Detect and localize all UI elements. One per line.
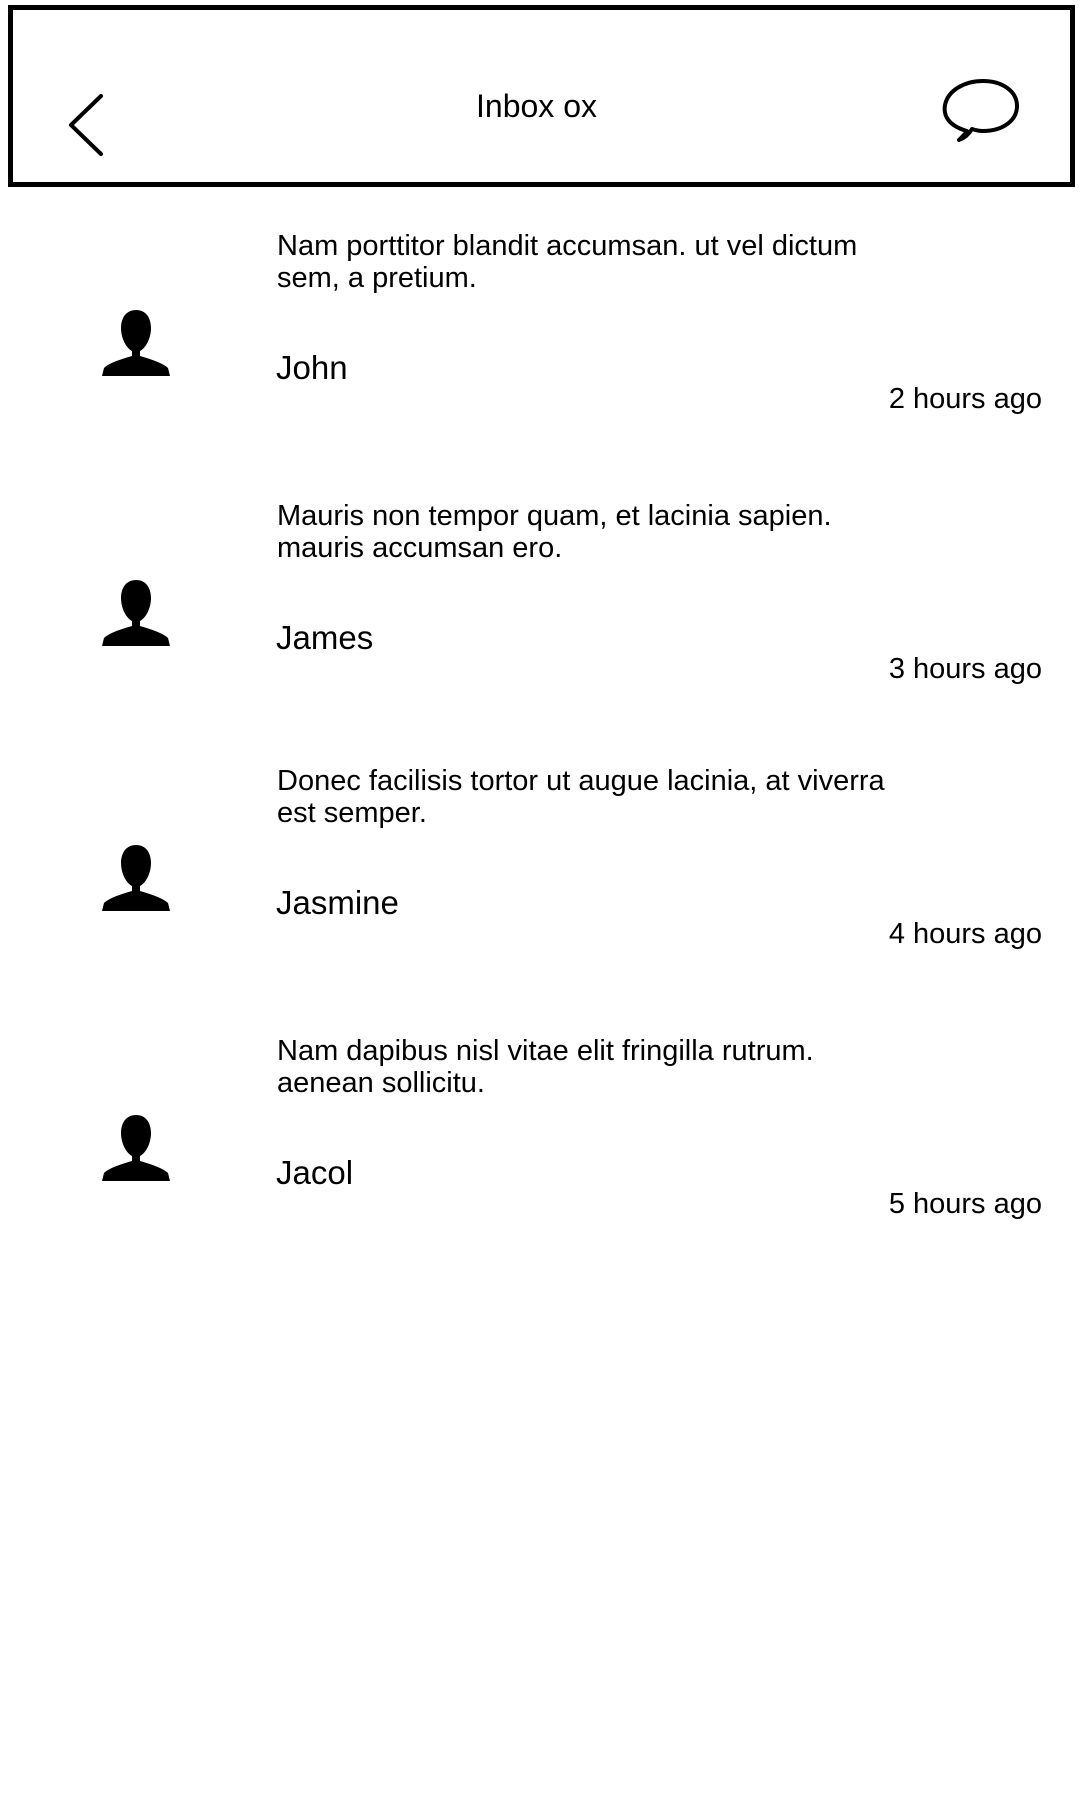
top-app-bar: Inbox ox: [8, 5, 1075, 187]
list-item[interactable]: Nam porttitor blandit accumsan. ut vel d…: [0, 230, 1080, 460]
message-preview: Donec facilisis tortor ut augue lacinia,…: [277, 765, 885, 829]
avatar: [96, 845, 176, 913]
message-preview: Mauris non tempor quam, et lacinia sapie…: [277, 500, 832, 564]
message-timestamp: 3 hours ago: [888, 653, 1042, 685]
list-item[interactable]: Mauris non tempor quam, et lacinia sapie…: [0, 500, 1080, 730]
message-preview: Nam dapibus nisl vitae elit fringilla ru…: [277, 1035, 814, 1099]
avatar: [96, 580, 176, 648]
message-timestamp: 4 hours ago: [888, 918, 1042, 950]
avatar: [96, 310, 176, 378]
message-timestamp: 2 hours ago: [888, 383, 1042, 415]
page-title: Inbox ox: [476, 88, 597, 124]
user-silhouette-icon: [102, 310, 170, 376]
user-silhouette-icon: [102, 845, 170, 911]
user-silhouette-icon: [102, 1115, 170, 1181]
sender-name: Jacol: [276, 1154, 354, 1191]
list-item[interactable]: Nam dapibus nisl vitae elit fringilla ru…: [0, 1035, 1080, 1265]
message-preview: Nam porttitor blandit accumsan. ut vel d…: [277, 230, 858, 294]
user-silhouette-icon: [102, 580, 170, 646]
speech-bubble-icon: [942, 79, 1019, 142]
avatar: [96, 1115, 176, 1183]
sender-name: John: [276, 349, 348, 386]
sender-name: Jasmine: [276, 884, 399, 921]
message-timestamp: 5 hours ago: [888, 1188, 1042, 1220]
list-item[interactable]: Donec facilisis tortor ut augue lacinia,…: [0, 765, 1080, 995]
sender-name: James: [276, 619, 374, 656]
compose-message-button[interactable]: [941, 76, 1021, 148]
